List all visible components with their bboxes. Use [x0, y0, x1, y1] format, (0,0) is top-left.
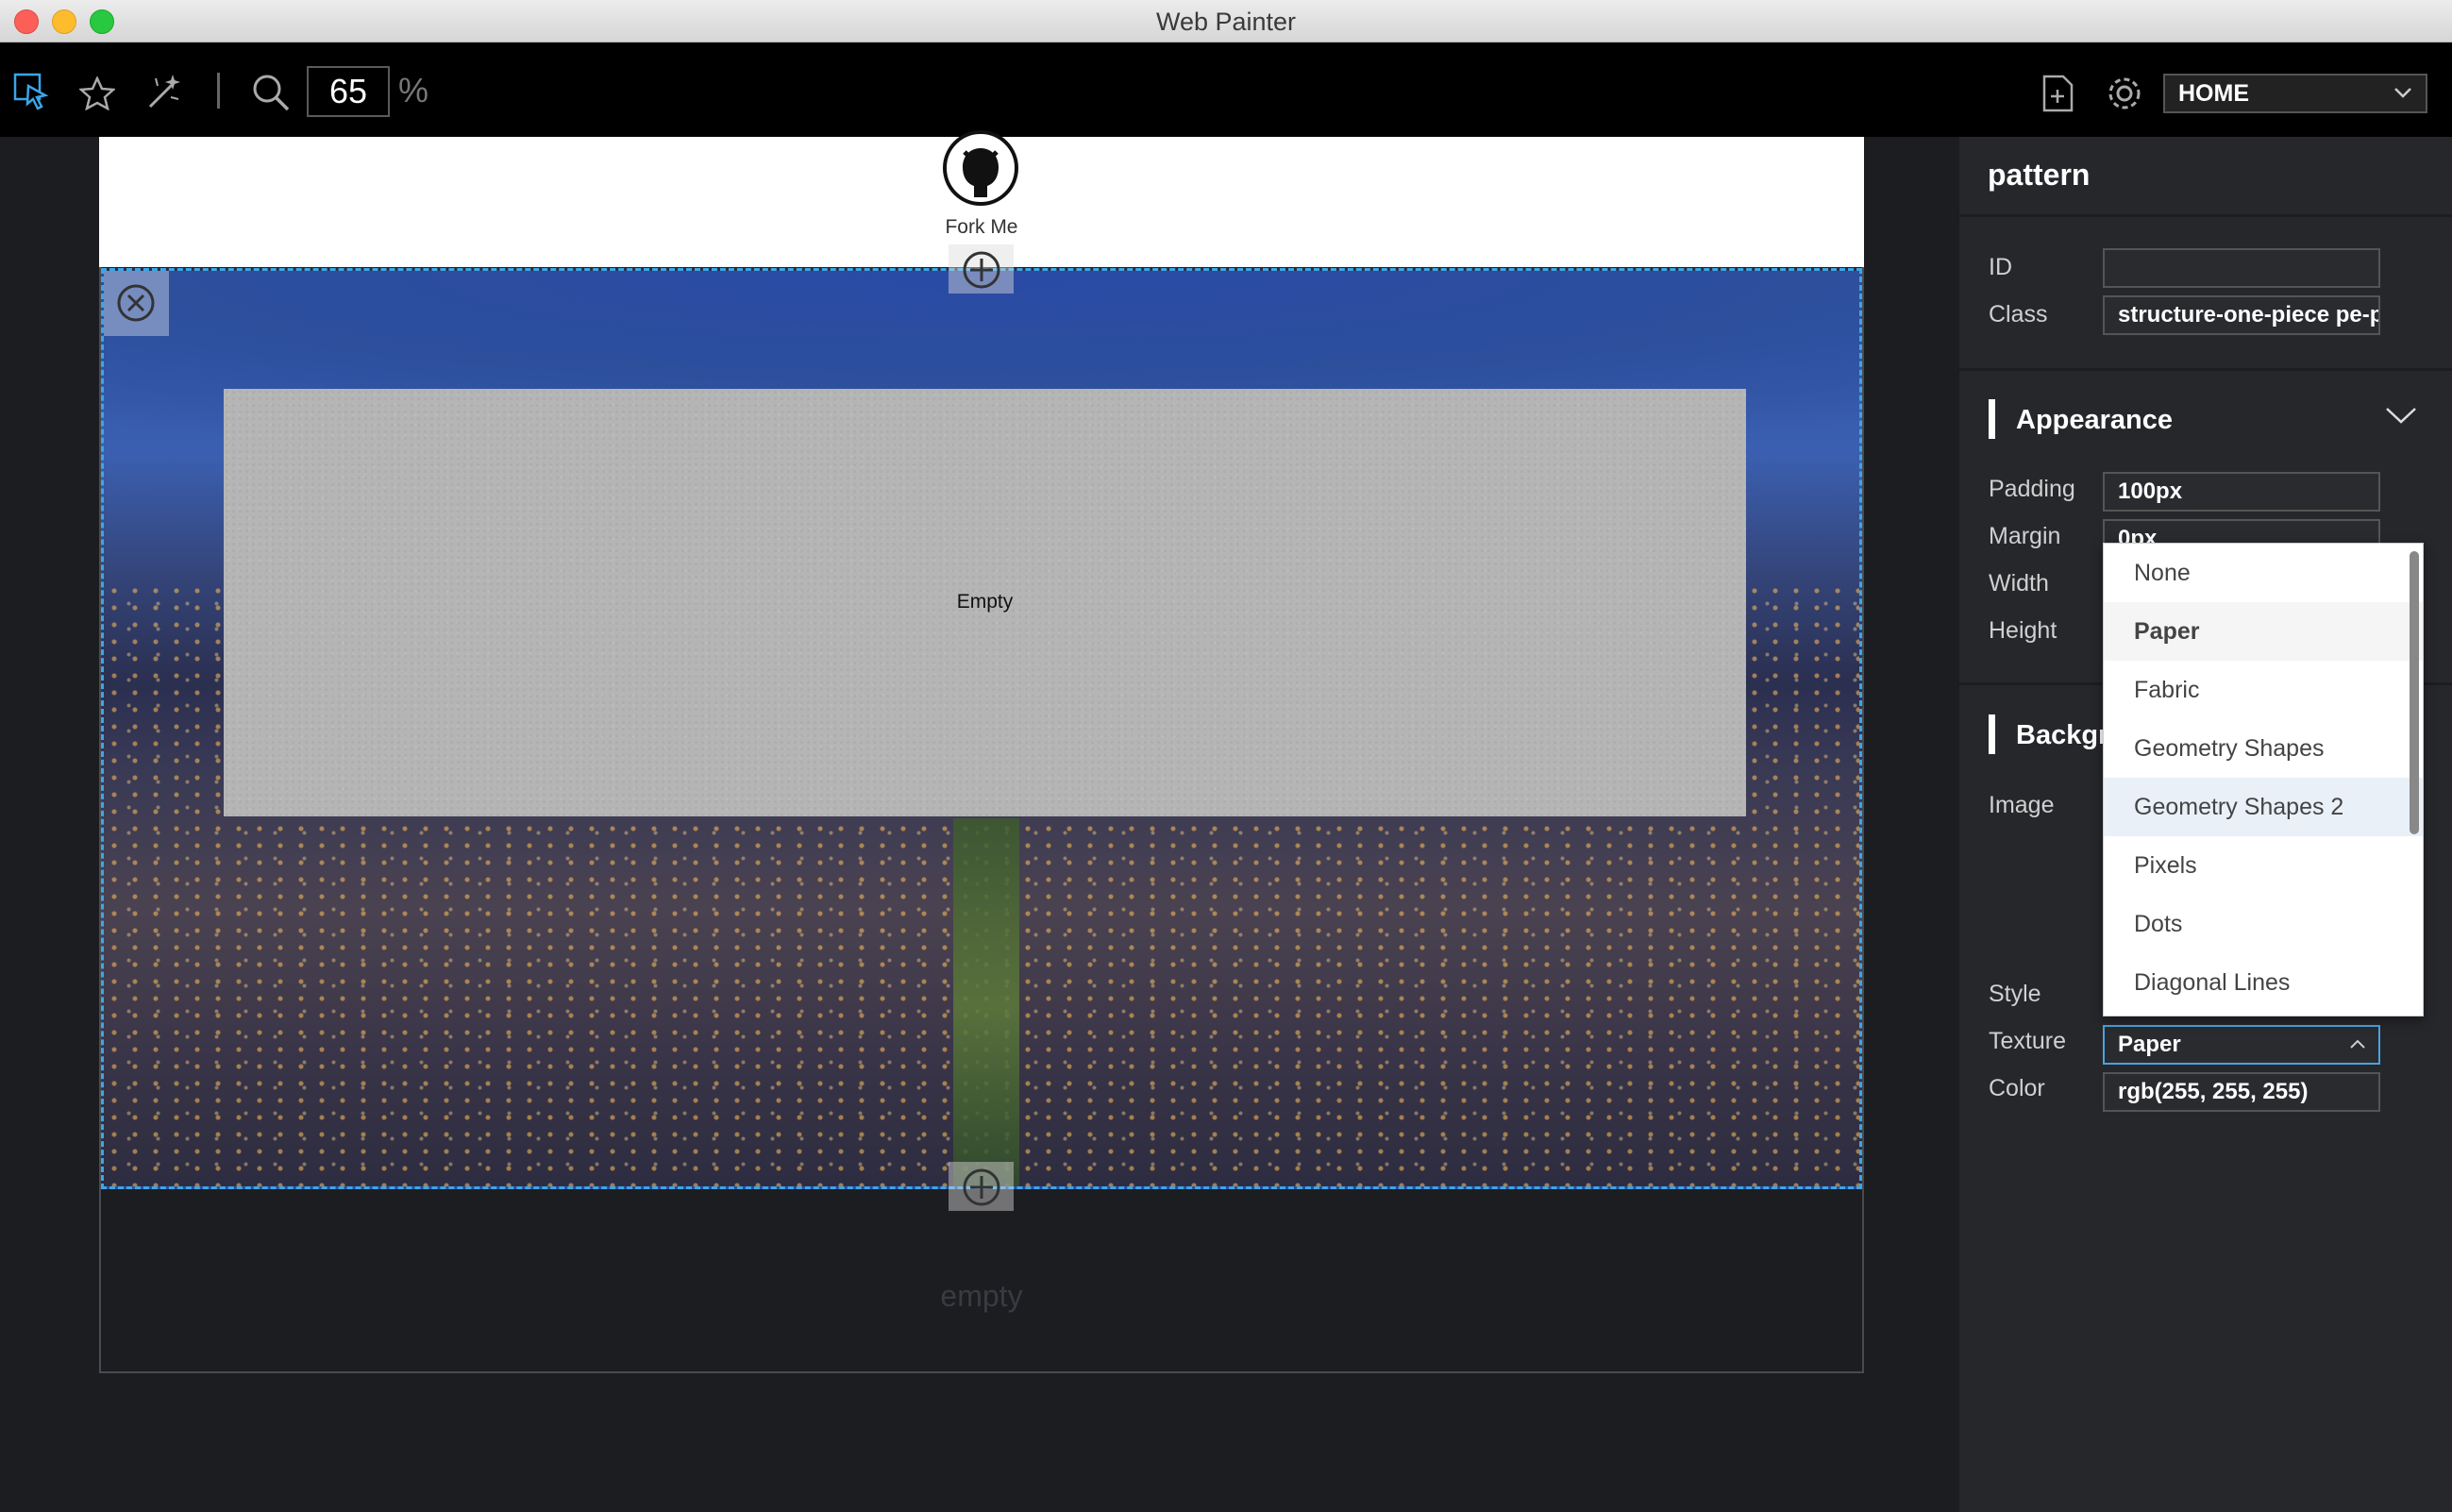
texture-option-pixels[interactable]: Pixels: [2104, 836, 2423, 895]
page-select-value: HOME: [2178, 80, 2249, 107]
color-label: Color: [1989, 1075, 2045, 1101]
page-select[interactable]: HOME: [2163, 74, 2427, 113]
star-icon[interactable]: [77, 75, 117, 115]
footer-empty-label: empty: [940, 1279, 1023, 1313]
color-field[interactable]: rgb(255, 255, 255): [2103, 1072, 2380, 1112]
toolbar: 65 % HOME: [0, 42, 2452, 137]
texture-dropdown[interactable]: None Paper Fabric Geometry Shapes Geomet…: [2103, 543, 2424, 1016]
image-label: Image: [1989, 792, 2055, 818]
city-image-park: [953, 818, 1019, 1186]
height-label: Height: [1989, 617, 2057, 644]
toolbar-divider: [217, 73, 220, 109]
texture-select-value: Paper: [2118, 1032, 2181, 1057]
select-tool-icon[interactable]: [13, 73, 51, 115]
class-field[interactable]: structure-one-piece pe-patte: [2103, 295, 2380, 335]
plus-circle-icon: [962, 1168, 1001, 1212]
width-label: Width: [1989, 570, 2049, 596]
texture-label: Texture: [1989, 1028, 2066, 1054]
texture-option-diagonal-lines[interactable]: Diagonal Lines: [2104, 953, 2423, 1012]
dropdown-scrollbar[interactable]: [2410, 551, 2419, 834]
section-marker: [1989, 714, 1995, 754]
chevron-down-icon: [2393, 76, 2412, 122]
window-titlebar: Web Painter: [0, 0, 2452, 42]
panel-title: pattern: [1988, 158, 2091, 192]
add-section-above-button[interactable]: [949, 244, 1014, 294]
section-marker: [1989, 399, 1995, 439]
texture-option-none[interactable]: None: [2104, 544, 2423, 602]
texture-option-paper[interactable]: Paper: [2104, 602, 2423, 661]
search-icon[interactable]: [251, 73, 291, 117]
id-field[interactable]: [2103, 248, 2380, 288]
new-page-icon[interactable]: [2041, 75, 2074, 117]
texture-option-dots[interactable]: Dots: [2104, 895, 2423, 953]
style-label: Style: [1989, 981, 2041, 1007]
chevron-down-icon[interactable]: [2384, 401, 2418, 434]
pattern-empty-label: Empty: [956, 591, 1014, 613]
margin-label: Margin: [1989, 523, 2061, 549]
remove-section-button[interactable]: [104, 271, 169, 336]
texture-option-fabric[interactable]: Fabric: [2104, 661, 2423, 719]
github-icon[interactable]: [942, 129, 1019, 211]
editor-canvas[interactable]: Fork Me Empty empty: [0, 130, 1959, 1512]
plus-circle-icon: [962, 250, 1001, 294]
appearance-heading[interactable]: Appearance: [2016, 405, 2173, 436]
zoom-percent-label: %: [398, 71, 429, 109]
gear-icon[interactable]: [2105, 74, 2144, 118]
panel-divider: [1959, 214, 2452, 217]
texture-option-geometry-shapes-2[interactable]: Geometry Shapes 2: [2104, 778, 2423, 836]
id-label: ID: [1989, 254, 2012, 280]
texture-select[interactable]: Paper: [2103, 1025, 2380, 1065]
hero-section-selected[interactable]: Empty: [101, 268, 1862, 1189]
close-icon[interactable]: [115, 282, 157, 328]
fork-label[interactable]: Fork Me: [99, 216, 1864, 239]
window-title: Web Painter: [1155, 8, 1297, 36]
class-label: Class: [1989, 301, 2048, 328]
pattern-box[interactable]: Empty: [224, 389, 1746, 816]
chevron-up-icon: [2348, 1027, 2367, 1063]
magic-wand-icon[interactable]: [144, 73, 184, 117]
padding-label: Padding: [1989, 476, 2075, 502]
zoom-input[interactable]: 65: [307, 66, 390, 117]
padding-field[interactable]: 100px: [2103, 472, 2380, 512]
texture-option-geometry-shapes[interactable]: Geometry Shapes: [2104, 719, 2423, 778]
panel-divider: [1959, 368, 2452, 371]
add-section-below-button[interactable]: [949, 1162, 1014, 1211]
